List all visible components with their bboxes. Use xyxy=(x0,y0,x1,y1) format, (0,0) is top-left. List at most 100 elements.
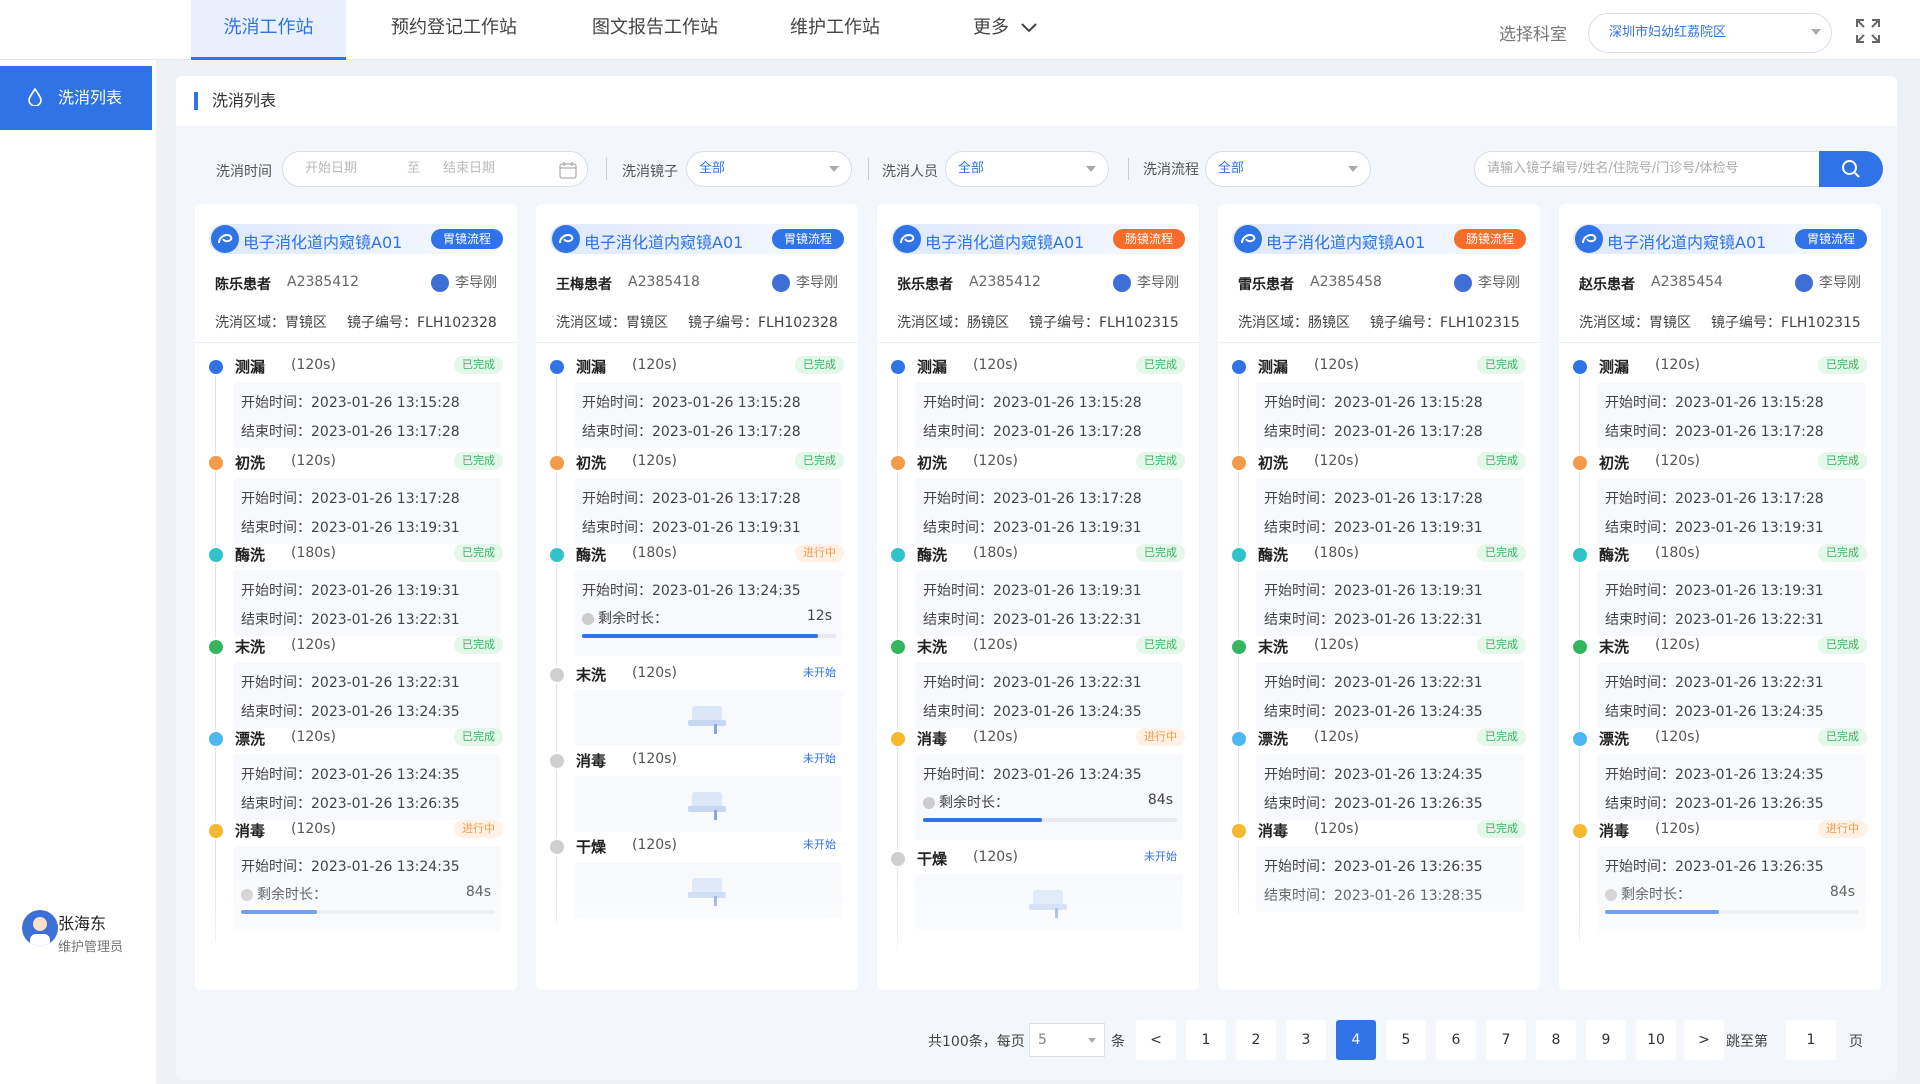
step-status-dot xyxy=(1232,456,1246,470)
page-number-3[interactable]: 3 xyxy=(1286,1020,1326,1060)
search-input[interactable]: 请输入镜子编号/姓名/住院号/门诊号/体检号 xyxy=(1474,151,1820,187)
step-status-dot xyxy=(1573,824,1587,838)
status-badge-done: 已完成 xyxy=(1477,636,1526,654)
patient-name: 张乐患者 xyxy=(897,277,953,293)
calendar-icon xyxy=(559,162,577,179)
disinfection-card[interactable]: 电子消化道内窥镜A01 胃镜流程 赵乐患者 A2385454 李导刚 洗消区域：胃镜区 镜子… xyxy=(1559,204,1881,990)
search-button[interactable] xyxy=(1819,151,1883,187)
progress-bar xyxy=(923,818,1177,822)
start-time: 开始时间：2023-01-26 13:22:31 xyxy=(241,672,460,692)
time-box: 开始时间：2023-01-26 13:24:35 结束时间：2023-01-26 … xyxy=(233,754,501,820)
step-status-dot xyxy=(209,360,223,374)
fullscreen-icon[interactable] xyxy=(1855,18,1881,44)
scope-no-value: FLH102315 xyxy=(1440,315,1520,331)
jump-page-input[interactable]: 1 xyxy=(1786,1020,1836,1060)
page-number-2[interactable]: 2 xyxy=(1236,1020,1276,1060)
tab-maintenance-station[interactable]: 维护工作站 xyxy=(770,0,900,60)
doctor-name: 李导刚 xyxy=(1137,275,1179,291)
remaining-value: 84s xyxy=(1147,792,1173,808)
time-box: 开始时间：2023-01-26 13:22:31 结束时间：2023-01-26 … xyxy=(233,662,501,728)
step-status-dot xyxy=(891,732,905,746)
tab-appointment-station[interactable]: 预约登记工作站 xyxy=(366,0,542,60)
tab-report-station[interactable]: 图文报告工作站 xyxy=(574,0,736,60)
end-time-label: 结束时间： xyxy=(1605,612,1675,628)
page-number-7[interactable]: 7 xyxy=(1486,1020,1526,1060)
zone-label: 洗消区域： xyxy=(1238,315,1308,331)
timeline-line xyxy=(897,376,898,454)
end-time-value: 2023-01-26 13:22:31 xyxy=(1334,612,1483,628)
start-time: 开始时间：2023-01-26 13:17:28 xyxy=(1605,488,1824,508)
user-profile[interactable]: 张海东 维护管理员 xyxy=(22,910,152,970)
tab-disinfection-station[interactable]: 洗消工作站 xyxy=(191,0,346,60)
scope-no-label: 镜子编号： xyxy=(688,315,758,331)
device-name: 电子消化道内窥镜A01 xyxy=(1266,233,1426,252)
dept-select[interactable]: 深圳市妇幼红荔院区 xyxy=(1588,13,1832,53)
end-time: 结束时间：2023-01-26 13:22:31 xyxy=(241,609,460,629)
endoscope-icon xyxy=(552,225,580,253)
patient-name: 陈乐患者 xyxy=(215,277,271,293)
step-status-dot xyxy=(1232,732,1246,746)
step-name: 初洗 xyxy=(1599,454,1630,472)
start-time: 开始时间：2023-01-26 13:17:28 xyxy=(923,488,1142,508)
zone-info: 洗消区域：肠镜区 镜子编号：FLH102315 xyxy=(897,312,1179,332)
flow-select[interactable]: 全部 xyxy=(1205,151,1371,187)
process-step: 初洗 (120s) 已完成 开始时间：2023-01-26 13:17:28 结束时间：… xyxy=(1573,450,1873,546)
scope-select[interactable]: 全部 xyxy=(686,151,852,187)
disinfection-card[interactable]: 电子消化道内窥镜A01 胃镜流程 陈乐患者 A2385412 李导刚 洗消区域：胃镜区 镜子… xyxy=(195,204,517,990)
tab-more[interactable]: 更多 xyxy=(950,0,1060,60)
scope-no-label: 镜子编号： xyxy=(1711,315,1781,331)
disinfection-card[interactable]: 电子消化道内窥镜A01 肠镜流程 张乐患者 A2385412 李导刚 洗消区域：肠镜区 镜子… xyxy=(877,204,1199,990)
start-time-value: 2023-01-26 13:22:31 xyxy=(1675,675,1824,691)
end-time-value: 2023-01-26 13:26:35 xyxy=(1675,796,1824,812)
step-duration: (120s) xyxy=(1655,729,1700,745)
scope-no-value: FLH102315 xyxy=(1099,315,1179,331)
start-time-label: 开始时间： xyxy=(241,767,311,783)
end-time: 结束时间：2023-01-26 13:26:35 xyxy=(1605,793,1824,813)
clock-icon xyxy=(923,797,935,809)
end-time: 结束时间：2023-01-26 13:19:31 xyxy=(241,517,460,537)
end-time-value: 2023-01-26 13:22:31 xyxy=(993,612,1142,628)
user-role: 维护管理员 xyxy=(58,940,124,955)
step-name: 漂洗 xyxy=(1599,730,1630,748)
step-status-dot xyxy=(209,456,223,470)
start-time-value: 2023-01-26 13:22:31 xyxy=(993,675,1142,691)
date-range-picker[interactable]: 开始日期 至 结束日期 xyxy=(282,151,588,187)
step-status-dot xyxy=(550,840,564,854)
timeline-line xyxy=(1579,376,1580,454)
page-number-8[interactable]: 8 xyxy=(1536,1020,1576,1060)
zone-info: 洗消区域：肠镜区 镜子编号：FLH102315 xyxy=(1238,312,1520,332)
start-time: 开始时间：2023-01-26 13:19:31 xyxy=(923,580,1142,600)
scope-no-value: FLH102315 xyxy=(1781,315,1861,331)
page-number-10[interactable]: 10 xyxy=(1636,1020,1676,1060)
zone-info: 洗消区域：胃镜区 镜子编号：FLH102328 xyxy=(556,312,838,332)
scope-no-value: FLH102328 xyxy=(417,315,497,331)
step-status-dot xyxy=(891,456,905,470)
chevron-down-icon xyxy=(1088,1038,1096,1043)
sidebar-item-disinfection-list[interactable]: 洗消列表 xyxy=(0,66,152,130)
page-number-1[interactable]: 1 xyxy=(1186,1020,1226,1060)
end-date-placeholder: 结束日期 xyxy=(443,161,496,176)
process-step: 末洗 (120s) 已完成 开始时间：2023-01-26 13:22:31 结束时间：… xyxy=(1573,634,1873,730)
page-number-4[interactable]: 4 xyxy=(1336,1020,1376,1060)
page-number-6[interactable]: 6 xyxy=(1436,1020,1476,1060)
end-time-value: 2023-01-26 13:24:35 xyxy=(1334,704,1483,720)
end-time-value: 2023-01-26 13:19:31 xyxy=(652,520,801,536)
card-header: 电子消化道内窥镜A01 胃镜流程 xyxy=(1573,224,1867,254)
prev-page-button[interactable]: < xyxy=(1136,1020,1176,1060)
page-number-9[interactable]: 9 xyxy=(1586,1020,1626,1060)
status-badge-running: 进行中 xyxy=(1136,728,1185,746)
endoscope-icon xyxy=(211,225,239,253)
next-page-button[interactable]: > xyxy=(1684,1020,1724,1060)
start-time: 开始时间：2023-01-26 13:24:35 xyxy=(241,764,460,784)
doctor-name: 李导刚 xyxy=(796,275,838,291)
zone-value: 胃镜区 xyxy=(1649,315,1691,331)
disinfection-card[interactable]: 电子消化道内窥镜A01 胃镜流程 王梅患者 A2385418 李导刚 洗消区域：胃镜区 镜子… xyxy=(536,204,858,990)
page-size-select[interactable]: 5 xyxy=(1029,1023,1105,1057)
start-time-label: 开始时间： xyxy=(582,491,652,507)
step-duration: (120s) xyxy=(291,729,336,745)
page-number-5[interactable]: 5 xyxy=(1386,1020,1426,1060)
step-status-dot xyxy=(891,548,905,562)
device-name: 电子消化道内窥镜A01 xyxy=(1607,233,1767,252)
staff-select[interactable]: 全部 xyxy=(945,151,1109,187)
disinfection-card[interactable]: 电子消化道内窥镜A01 肠镜流程 雷乐患者 A2385458 李导刚 洗消区域：肠镜区 镜子… xyxy=(1218,204,1540,990)
